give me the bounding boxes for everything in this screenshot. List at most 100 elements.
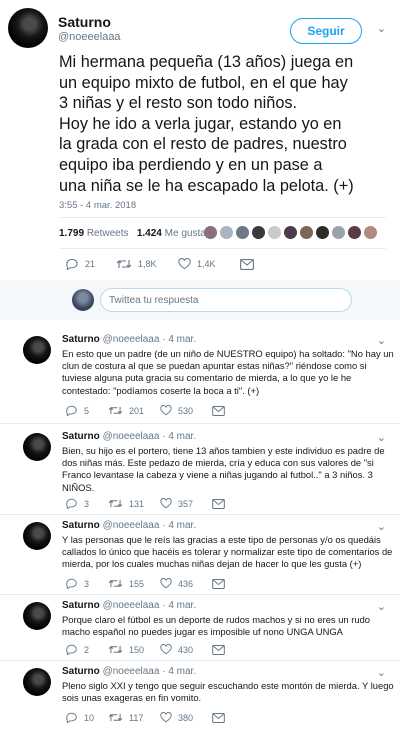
tweet-text: Pleno siglo XXI y tengo que seguir escuc… — [62, 680, 394, 704]
retweet-action[interactable]: 131 — [108, 498, 160, 509]
heart-icon[interactable] — [160, 644, 172, 655]
envelope-icon[interactable] — [240, 258, 254, 270]
liker-avatar[interactable] — [316, 226, 329, 239]
retweet-action[interactable]: 117 — [108, 712, 160, 723]
dm-action[interactable] — [212, 712, 225, 723]
heart-icon[interactable] — [160, 712, 172, 723]
retweet-count: 155 — [129, 578, 145, 589]
author-name[interactable]: Saturno — [62, 431, 100, 442]
liker-avatar[interactable] — [268, 226, 281, 239]
envelope-icon[interactable] — [212, 644, 225, 655]
author-handle[interactable]: @noeeelaaa · 4 mar. — [103, 334, 197, 345]
reply-icon[interactable] — [66, 644, 78, 655]
main-tweet-text: Mi hermana pequeña (13 años) juega en un… — [59, 52, 395, 196]
reply-input[interactable]: Twittea tu respuesta — [100, 288, 352, 312]
envelope-icon[interactable] — [212, 578, 225, 589]
like-count: 357 — [178, 498, 194, 509]
retweet-action[interactable]: 150 — [108, 644, 160, 655]
heart-icon[interactable] — [160, 405, 172, 416]
retweet-icon[interactable] — [108, 712, 123, 723]
reply-action[interactable]: 10 — [66, 712, 108, 723]
author-handle[interactable]: @noeeelaaa · 4 mar. — [103, 666, 197, 677]
like-action[interactable]: 436 — [160, 578, 212, 589]
retweet-icon[interactable] — [108, 644, 123, 655]
retweets-label[interactable]: Retweets — [87, 228, 129, 239]
dm-action[interactable] — [212, 578, 225, 589]
chevron-down-icon[interactable]: ⌄ — [377, 520, 386, 533]
like-count: 530 — [178, 405, 194, 416]
envelope-icon[interactable] — [212, 498, 225, 509]
liker-avatar[interactable] — [364, 226, 377, 239]
reply-icon[interactable] — [66, 712, 78, 723]
envelope-icon[interactable] — [212, 405, 225, 416]
author-handle[interactable]: @noeeelaaa · 4 mar. — [103, 520, 197, 531]
dm-action[interactable] — [212, 405, 225, 416]
author-name[interactable]: Saturno — [62, 334, 100, 345]
retweet-action[interactable]: 1,8K — [116, 258, 178, 270]
envelope-icon[interactable] — [212, 712, 225, 723]
chevron-down-icon[interactable]: ⌄ — [377, 22, 386, 35]
liker-avatar[interactable] — [220, 226, 233, 239]
retweet-icon[interactable] — [108, 578, 123, 589]
avatar[interactable] — [23, 522, 51, 550]
likes-label[interactable]: Me gusta — [165, 228, 206, 239]
heart-icon[interactable] — [160, 498, 172, 509]
like-count: 380 — [178, 712, 194, 723]
avatar[interactable] — [23, 336, 51, 364]
reply-icon[interactable] — [66, 498, 78, 509]
like-action[interactable]: 380 — [160, 712, 212, 723]
heart-icon[interactable] — [160, 578, 172, 589]
author-handle[interactable]: @noeeelaaa · 4 mar. — [103, 431, 197, 442]
chevron-down-icon[interactable]: ⌄ — [377, 334, 386, 347]
liker-avatar[interactable] — [300, 226, 313, 239]
reply-icon[interactable] — [66, 578, 78, 589]
dm-action[interactable] — [212, 498, 225, 509]
liker-avatar[interactable] — [332, 226, 345, 239]
retweet-action[interactable]: 201 — [108, 405, 160, 416]
tweet-text-line: la grada con el resto de padres, nuestro — [59, 135, 347, 154]
likes-count[interactable]: 1.424 — [137, 228, 162, 239]
like-action[interactable]: 1,4K — [178, 258, 240, 270]
liker-avatar[interactable] — [348, 226, 361, 239]
tweet-text: Y las personas que le reís las gracias a… — [62, 534, 392, 571]
like-action[interactable]: 530 — [160, 405, 212, 416]
dm-action[interactable] — [240, 258, 254, 270]
avatar[interactable] — [23, 433, 51, 461]
reply-action[interactable]: 3 — [66, 578, 108, 589]
heart-icon[interactable] — [178, 258, 191, 270]
retweet-action[interactable]: 155 — [108, 578, 160, 589]
like-action[interactable]: 357 — [160, 498, 212, 509]
follow-button[interactable]: Seguir — [290, 18, 362, 44]
reply-action[interactable]: 3 — [66, 498, 108, 509]
reply-action[interactable]: 2 — [66, 644, 108, 655]
dm-action[interactable] — [212, 644, 225, 655]
author-name[interactable]: Saturno — [62, 600, 100, 611]
retweet-icon[interactable] — [116, 258, 132, 270]
avatar[interactable] — [8, 8, 48, 48]
author-name[interactable]: Saturno — [62, 666, 100, 677]
reply-icon[interactable] — [66, 405, 78, 416]
liker-avatar[interactable] — [236, 226, 249, 239]
liker-avatar[interactable] — [204, 226, 217, 239]
author-handle[interactable]: @noeeelaaa · 4 mar. — [103, 600, 197, 611]
reply-action[interactable]: 5 — [66, 405, 108, 416]
avatar[interactable] — [23, 668, 51, 696]
tweet-actions: 5 201 530 — [66, 405, 225, 416]
liker-avatar[interactable] — [284, 226, 297, 239]
chevron-down-icon[interactable]: ⌄ — [377, 431, 386, 444]
chevron-down-icon[interactable]: ⌄ — [377, 600, 386, 613]
chevron-down-icon[interactable]: ⌄ — [377, 666, 386, 679]
like-action[interactable]: 430 — [160, 644, 212, 655]
reply-action[interactable]: 21 — [66, 258, 116, 270]
tweet-text-line: dos niñas más. Este pedazo de mierda, cr… — [62, 457, 374, 469]
reply-icon[interactable] — [66, 258, 79, 270]
author-name[interactable]: Saturno — [58, 14, 111, 30]
avatar[interactable] — [23, 602, 51, 630]
liker-avatar[interactable] — [252, 226, 265, 239]
retweet-icon[interactable] — [108, 405, 123, 416]
retweets-count[interactable]: 1.799 — [59, 228, 84, 239]
tweet-timestamp[interactable]: 3:55 - 4 mar. 2018 — [59, 200, 136, 211]
retweet-icon[interactable] — [108, 498, 123, 509]
author-name[interactable]: Saturno — [62, 520, 100, 531]
author-handle[interactable]: @noeeelaaa — [58, 31, 121, 43]
